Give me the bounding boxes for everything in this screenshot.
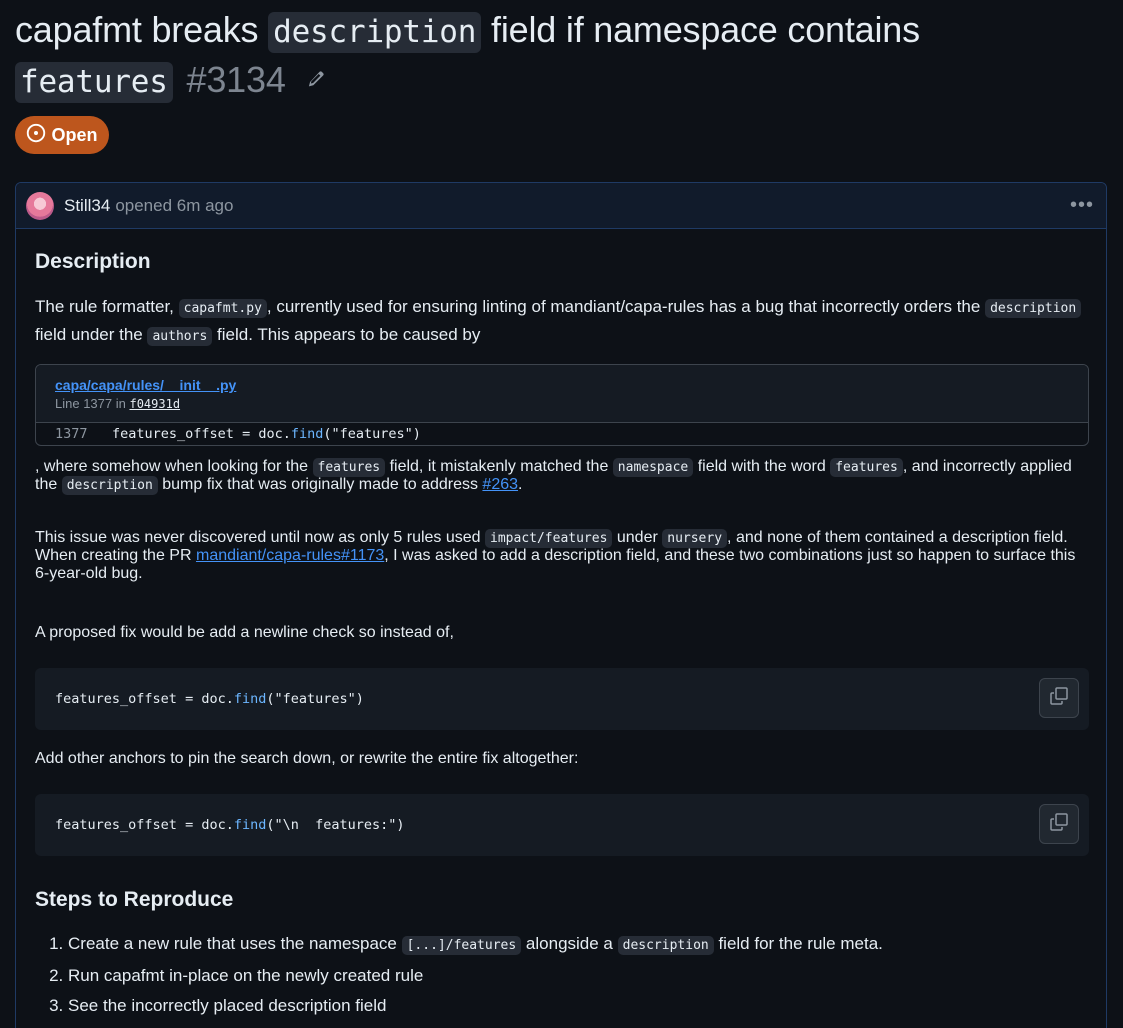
steps-list: Create a new rule that uses the namespac…: [35, 929, 1123, 1021]
paragraph-proposal: A proposed fix would be add a newline ch…: [35, 624, 454, 641]
text: This issue was never discovered until no…: [35, 529, 481, 546]
text: , currently used for ensuring linting of…: [266, 297, 981, 316]
code-token: =: [185, 817, 194, 833]
title-code-description: description: [268, 12, 482, 53]
inline-code: features: [830, 458, 903, 477]
code-token: features_offset: [112, 426, 234, 442]
permalink-header: capa/capa/rules/__init__.py Line 1377 in…: [36, 365, 1088, 423]
paragraph-intro: The rule formatter, capafmt.py, currentl…: [35, 294, 1093, 350]
text: The rule formatter,: [35, 297, 174, 316]
text: field, it mistakenly matched the: [389, 458, 609, 475]
comment-header: Still34 opened 6m ago •••: [16, 183, 1106, 229]
inline-code: authors: [147, 327, 213, 346]
title-text-1: capafmt breaks: [15, 9, 259, 50]
inline-code: capafmt.py: [178, 299, 267, 318]
code-block-2: features_offset = doc. find ("\n features:…: [35, 794, 1089, 856]
code-token: doc.: [201, 691, 234, 707]
code-token: features_offset: [55, 817, 177, 833]
copy-icon: [1049, 686, 1069, 710]
line-number[interactable]: 1377: [36, 426, 114, 442]
issue-opened-icon: [26, 123, 46, 148]
copy-button[interactable]: [1039, 678, 1079, 718]
text: Create a new rule that uses the namespac…: [68, 934, 397, 953]
pencil-icon[interactable]: [307, 52, 325, 100]
text: .: [518, 476, 523, 493]
code-block-1: features_offset = doc. find ("features"): [35, 668, 1089, 730]
heading-description: Description: [35, 250, 151, 273]
opened-timestamp[interactable]: opened 6m ago: [115, 196, 233, 216]
text: , where somehow when looking for the: [35, 458, 309, 475]
list-item: Create a new rule that uses the namespac…: [68, 929, 1123, 961]
permalink-code-line: 1377 features_offset = doc. find ("feature…: [36, 423, 1088, 445]
text: , I was asked to add a description field…: [35, 547, 1076, 582]
code-token: =: [185, 691, 194, 707]
code-token: features_offset: [55, 691, 177, 707]
inline-code: description: [985, 299, 1082, 318]
code-permalink: capa/capa/rules/__init__.py Line 1377 in…: [35, 364, 1089, 446]
code-token: ("\n features:"): [266, 817, 405, 833]
inline-code: description: [61, 476, 158, 495]
inline-code: nursery: [662, 529, 728, 548]
text: Line 1377 in: [55, 396, 126, 411]
issue-page: capafmt breaks description field if name…: [0, 0, 1123, 1028]
code-token: find: [233, 691, 267, 707]
copy-button[interactable]: [1039, 804, 1079, 844]
text: field for the rule meta.: [718, 934, 883, 953]
list-item: See the incorrectly placed description f…: [68, 991, 1123, 1021]
code-token: ("features"): [323, 426, 421, 442]
issue-title: capafmt breaks description field if name…: [15, 6, 1105, 106]
code-token: ("features"): [266, 691, 364, 707]
issue-link-263[interactable]: #263: [482, 476, 518, 493]
title-text-2: field if namespace contains: [491, 9, 920, 50]
text: field under the: [35, 325, 143, 344]
code-token: doc.: [258, 426, 291, 442]
title-code-features: features: [15, 62, 173, 103]
code-token: find: [290, 426, 324, 442]
inline-code: namespace: [612, 458, 694, 477]
permalink-line-info: Line 1377 in f04931d: [55, 394, 1088, 414]
code-token: find: [233, 817, 267, 833]
code-token: doc.: [201, 817, 234, 833]
text: field with the word: [697, 458, 826, 475]
author-link[interactable]: Still34: [64, 196, 110, 216]
text: bump fix that was originally made to add…: [162, 476, 478, 493]
commit-sha-link[interactable]: f04931d: [129, 397, 180, 411]
heading-steps: Steps to Reproduce: [35, 888, 234, 911]
copy-icon: [1049, 812, 1069, 836]
avatar[interactable]: [26, 191, 54, 220]
list-item: Run capafmt in-place on the newly create…: [68, 961, 1123, 991]
permalink-file-link[interactable]: capa/capa/rules/__init__.py: [55, 377, 1088, 394]
inline-code: impact/features: [485, 529, 613, 548]
state-badge-open: Open: [15, 116, 109, 154]
state-label: Open: [51, 124, 98, 145]
inline-code: [...]/features: [401, 936, 522, 955]
issue-number: #3134: [186, 59, 286, 100]
paragraph-history: This issue was never discovered until no…: [35, 529, 1093, 583]
inline-code: description: [617, 936, 714, 955]
paragraph-explanation: , where somehow when looking for the fea…: [35, 458, 1093, 495]
code-token: =: [242, 426, 251, 442]
paragraph-alternative: Add other anchors to pin the search down…: [35, 750, 579, 767]
text: field. This appears to be caused by: [217, 325, 481, 344]
text: alongside a: [525, 934, 613, 953]
text: under: [616, 529, 658, 546]
kebab-menu-icon[interactable]: •••: [1070, 195, 1094, 215]
pr-link-capa-rules-1173[interactable]: mandiant/capa-rules#1173: [196, 547, 384, 564]
inline-code: features: [312, 458, 386, 477]
